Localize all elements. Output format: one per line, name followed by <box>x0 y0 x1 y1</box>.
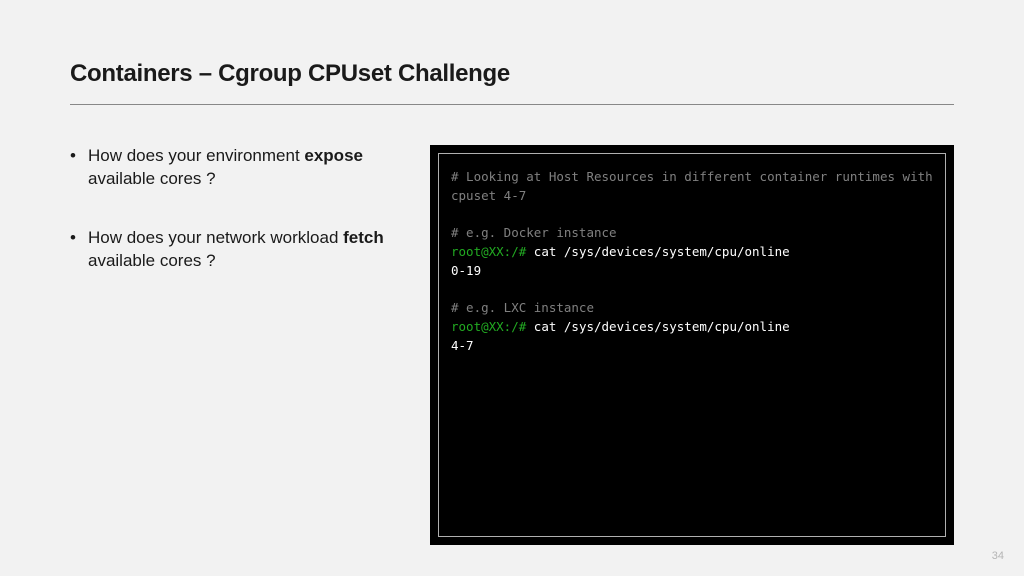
terminal-line: 0-19 <box>451 262 933 281</box>
terminal-line: 4-7 <box>451 337 933 356</box>
terminal-frame: # Looking at Host Resources in different… <box>430 145 954 545</box>
bullet-text: How does your network workload fetch ava… <box>88 227 400 273</box>
bullet-item: • How does your network workload fetch a… <box>70 227 400 273</box>
title-divider <box>70 104 954 105</box>
bullet-item: • How does your environment expose avail… <box>70 145 400 191</box>
terminal-line <box>451 281 933 300</box>
terminal-panel: # Looking at Host Resources in different… <box>430 145 954 545</box>
terminal-line: # e.g. LXC instance <box>451 299 933 318</box>
terminal-line <box>451 206 933 225</box>
content-area: • How does your environment expose avail… <box>70 145 954 545</box>
terminal-prompt: root@XX:/# <box>451 244 526 259</box>
terminal-line: # e.g. Docker instance <box>451 224 933 243</box>
terminal-line: root@XX:/# cat /sys/devices/system/cpu/o… <box>451 243 933 262</box>
slide-title: Containers – Cgroup CPUset Challenge <box>70 60 954 104</box>
terminal-line: # Looking at Host Resources in different… <box>451 168 933 206</box>
page-number: 34 <box>992 550 1004 562</box>
terminal-output: # Looking at Host Resources in different… <box>438 153 946 537</box>
bullet-marker: • <box>70 227 88 273</box>
bullet-list: • How does your environment expose avail… <box>70 145 400 545</box>
bullet-marker: • <box>70 145 88 191</box>
terminal-line: root@XX:/# cat /sys/devices/system/cpu/o… <box>451 318 933 337</box>
terminal-command: cat /sys/devices/system/cpu/online <box>526 319 789 334</box>
terminal-command: cat /sys/devices/system/cpu/online <box>526 244 789 259</box>
bullet-text: How does your environment expose availab… <box>88 145 400 191</box>
terminal-prompt: root@XX:/# <box>451 319 526 334</box>
